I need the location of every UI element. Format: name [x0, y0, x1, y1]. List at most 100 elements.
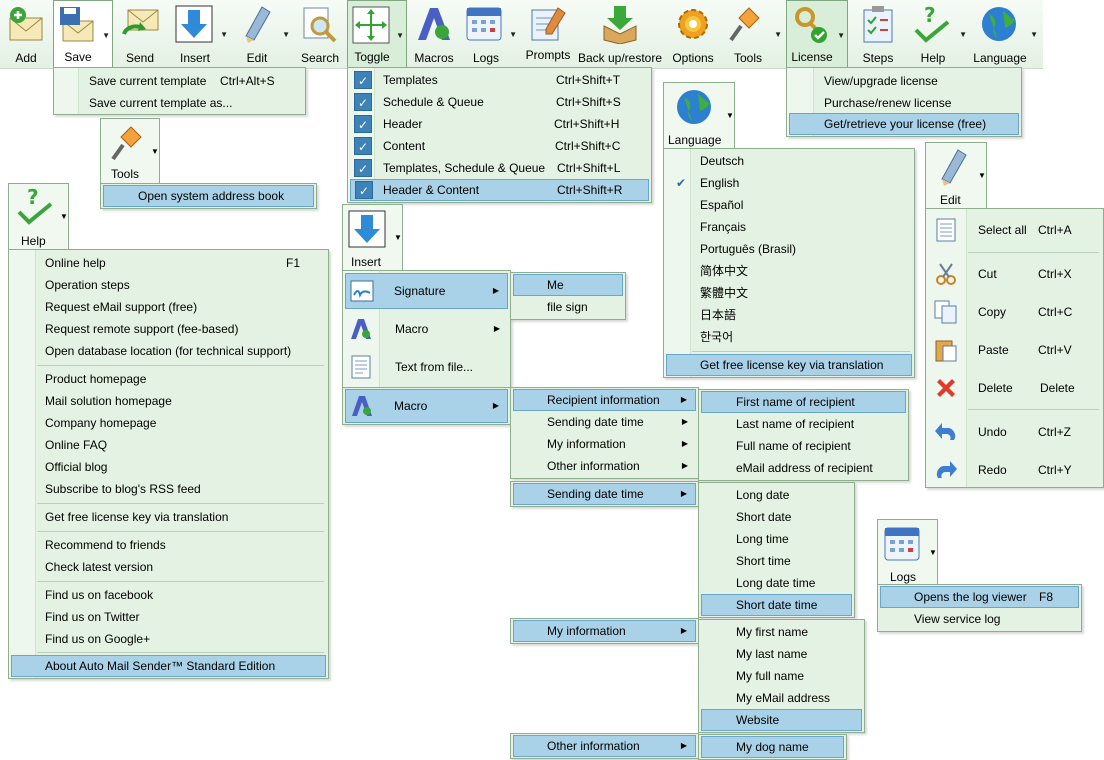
menu-item-official-blog[interactable]: Official blog	[11, 456, 326, 478]
menu-item-lang-portugues[interactable]: Português (Brasil)	[666, 238, 912, 260]
menu-item-delete[interactable]: Delete Delete	[928, 373, 1101, 403]
menu-item-email-support[interactable]: Request eMail support (free)	[11, 296, 326, 318]
license-button[interactable]: ▼ License	[786, 0, 848, 68]
menu-item-select-all[interactable]: Select all Ctrl+A	[928, 215, 1101, 245]
save-button[interactable]: ▼ Save	[53, 0, 113, 68]
menu-item-signature-me[interactable]: Me	[513, 274, 623, 296]
menu-item-macro-open[interactable]: Macro ▶	[345, 389, 508, 423]
language-button[interactable]: ▼ Language	[970, 0, 1040, 68]
menu-item-lang-japanese[interactable]: 日本語	[666, 304, 912, 326]
menu-item-text-from-file[interactable]: Text from file...	[345, 349, 508, 385]
menu-item-toggle-content[interactable]: ✓ Content Ctrl+Shift+C	[350, 135, 649, 157]
menu-item-redo[interactable]: Redo Ctrl+Y	[928, 455, 1101, 485]
menu-item-lang-korean[interactable]: 한국어	[666, 326, 912, 348]
options-button[interactable]: Options	[665, 0, 721, 68]
menu-item-check-version[interactable]: Check latest version	[11, 556, 326, 578]
menu-item-remote-support[interactable]: Request remote support (fee-based)	[11, 318, 326, 340]
logs-caption[interactable]: ▼ Logs	[877, 519, 938, 585]
menu-item-my-full-name[interactable]: My full name	[701, 665, 862, 687]
menu-item-online-faq[interactable]: Online FAQ	[11, 434, 326, 456]
menu-item-rss-feed[interactable]: Subscribe to blog's RSS feed	[11, 478, 326, 500]
menu-item-lang-zh-hans[interactable]: 简体中文	[666, 260, 912, 282]
menu-item-my-email[interactable]: My eMail address	[701, 687, 862, 709]
edit-button[interactable]: ▼ Edit	[232, 0, 292, 68]
menu-item-toggle-header[interactable]: ✓ Header Ctrl+Shift+H	[350, 113, 649, 135]
menu-item-long-time[interactable]: Long time	[701, 528, 852, 550]
search-button[interactable]: Search	[294, 0, 346, 68]
toggle-button[interactable]: ▼ Toggle	[347, 0, 407, 68]
menu-item-about[interactable]: About Auto Mail Sender™ Standard Edition	[11, 655, 326, 677]
prompts-button[interactable]: Prompts	[521, 0, 575, 68]
menu-item-save-template[interactable]: Save current template Ctrl+Alt+S	[56, 70, 303, 92]
menu-item-toggle-header-content[interactable]: ✓ Header & Content Ctrl+Shift+R	[350, 179, 649, 201]
menu-item-my-last-name[interactable]: My last name	[701, 643, 862, 665]
menu-item-log-viewer[interactable]: Opens the log viewer F8	[880, 586, 1079, 608]
menu-item-lang-zh-hant[interactable]: 繁體中文	[666, 282, 912, 304]
menu-item-full-name-recipient[interactable]: Full name of recipient	[701, 435, 906, 457]
menu-item-last-name-recipient[interactable]: Last name of recipient	[701, 413, 906, 435]
menu-item-lang-espanol[interactable]: Español	[666, 194, 912, 216]
logs-dropdown-arrow-icon[interactable]: ▼	[509, 30, 517, 39]
tools-caption[interactable]: ▼ Tools	[100, 118, 160, 184]
menu-item-cut[interactable]: Cut Ctrl+X	[928, 259, 1101, 289]
menu-item-copy[interactable]: Copy Ctrl+C	[928, 297, 1101, 327]
menu-item-toggle-templates[interactable]: ✓ Templates Ctrl+Shift+T	[350, 69, 649, 91]
menu-item-website[interactable]: Website	[701, 709, 862, 731]
logs-button[interactable]: ▼ Logs	[461, 0, 519, 68]
menu-item-short-date-time[interactable]: Short date time	[701, 594, 852, 616]
menu-item-paste[interactable]: Paste Ctrl+V	[928, 335, 1101, 365]
insert-dropdown-arrow-icon[interactable]: ▼	[220, 30, 228, 39]
tools-caption-arrow-icon[interactable]: ▼	[151, 147, 159, 156]
add-button[interactable]: Add	[0, 0, 52, 68]
menu-item-long-date-time[interactable]: Long date time	[701, 572, 852, 594]
menu-item-signature-file-sign[interactable]: file sign	[513, 296, 623, 318]
menu-item-my-first-name[interactable]: My first name	[701, 621, 862, 643]
steps-button[interactable]: Steps	[850, 0, 906, 68]
menu-item-get-license[interactable]: Get/retrieve your license (free)	[789, 113, 1019, 135]
menu-item-product-homepage[interactable]: Product homepage	[11, 368, 326, 390]
menu-item-first-name-recipient[interactable]: First name of recipient	[701, 391, 906, 413]
insert-caption[interactable]: ▼ Insert	[342, 204, 403, 270]
menu-item-signature[interactable]: Signature ▶	[345, 273, 508, 309]
menu-item-my-dog-name[interactable]: My dog name	[701, 736, 844, 758]
menu-item-sending-date-time-open[interactable]: Sending date time ▶	[513, 483, 696, 505]
menu-item-short-date[interactable]: Short date	[701, 506, 852, 528]
menu-item-open-address-book[interactable]: Open system address book	[103, 185, 314, 207]
menu-item-view-license[interactable]: View/upgrade license	[789, 70, 1019, 92]
menu-item-toggle-templates-schedule[interactable]: ✓ Templates, Schedule & Queue Ctrl+Shift…	[350, 157, 649, 179]
menu-item-undo[interactable]: Undo Ctrl+Z	[928, 417, 1101, 447]
send-button[interactable]: Send	[114, 0, 166, 68]
language-caption-arrow-icon[interactable]: ▼	[726, 111, 734, 120]
license-dropdown-arrow-icon[interactable]: ▼	[837, 31, 845, 40]
backup-restore-button[interactable]: Back up/restore	[576, 0, 664, 68]
menu-item-other-information-open[interactable]: Other information ▶	[513, 735, 696, 757]
language-caption[interactable]: ▼ Language	[663, 82, 735, 148]
menu-item-free-license-key[interactable]: Get free license key via translation	[11, 506, 326, 528]
menu-item-recipient-information[interactable]: Recipient information ▶	[513, 389, 696, 411]
help-caption-arrow-icon[interactable]: ▼	[60, 212, 68, 221]
help-caption[interactable]: ? ▼ Help	[8, 183, 69, 249]
menu-item-lang-english[interactable]: ✔ English	[666, 172, 912, 194]
logs-caption-arrow-icon[interactable]: ▼	[929, 548, 937, 557]
menu-item-long-date[interactable]: Long date	[701, 484, 852, 506]
toggle-dropdown-arrow-icon[interactable]: ▼	[396, 31, 404, 40]
macros-button[interactable]: Macros	[409, 0, 459, 68]
menu-item-save-template-as[interactable]: Save current template as...	[56, 92, 303, 114]
menu-item-twitter[interactable]: Find us on Twitter	[11, 606, 326, 628]
insert-caption-arrow-icon[interactable]: ▼	[394, 233, 402, 242]
tools-dropdown-arrow-icon[interactable]: ▼	[774, 30, 782, 39]
save-dropdown-arrow-icon[interactable]: ▼	[102, 31, 110, 40]
menu-item-macro[interactable]: Macro ▶	[345, 311, 508, 347]
menu-item-operation-steps[interactable]: Operation steps	[11, 274, 326, 296]
menu-item-sending-date-time[interactable]: Sending date time ▶	[513, 411, 696, 433]
menu-item-company-homepage[interactable]: Company homepage	[11, 412, 326, 434]
menu-item-my-information[interactable]: My information ▶	[513, 433, 696, 455]
menu-item-other-information[interactable]: Other information ▶	[513, 455, 696, 477]
tools-button[interactable]: ▼ Tools	[722, 0, 784, 68]
menu-item-lang-francais[interactable]: Français	[666, 216, 912, 238]
menu-item-lang-free-license[interactable]: Get free license key via translation	[666, 354, 912, 376]
language-dropdown-arrow-icon[interactable]: ▼	[1030, 30, 1038, 39]
menu-item-online-help[interactable]: Online help F1	[11, 252, 326, 274]
menu-item-purchase-license[interactable]: Purchase/renew license	[789, 92, 1019, 114]
insert-button[interactable]: ▼ Insert	[170, 0, 230, 68]
